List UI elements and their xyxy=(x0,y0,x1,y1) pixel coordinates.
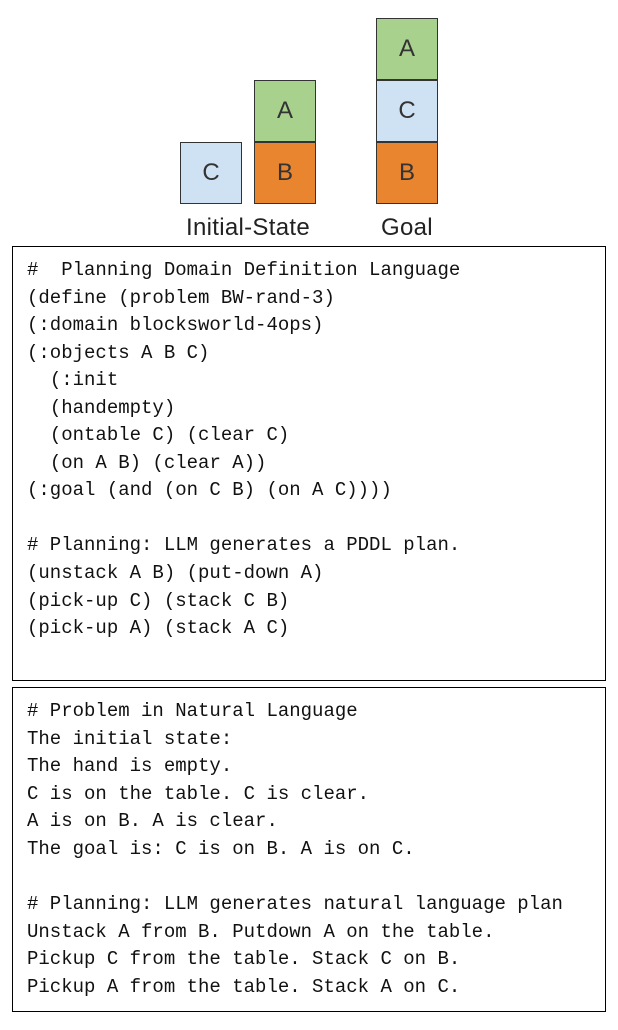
code-line: (:domain blocksworld-4ops) xyxy=(27,312,591,340)
code-line: C is on the table. C is clear. xyxy=(27,781,591,809)
goal-state-column: BCA Goal xyxy=(376,18,438,242)
goal-stacks: BCA xyxy=(376,18,438,204)
code-line: Pickup C from the table. Stack C on B. xyxy=(27,946,591,974)
code-line: The goal is: C is on B. A is on C. xyxy=(27,836,591,864)
initial-stacks: CBA xyxy=(180,80,316,204)
code-line xyxy=(27,643,591,671)
initial-state-column: CBA Initial-State xyxy=(180,80,316,242)
code-line: (on A B) (clear A)) xyxy=(27,450,591,478)
goal-state-label: Goal xyxy=(381,214,433,242)
blocksworld-diagram: CBA Initial-State BCA Goal xyxy=(12,18,606,242)
code-line: Pickup A from the table. Stack A on C. xyxy=(27,974,591,1002)
natural-language-code-box: # Problem in Natural LanguageThe initial… xyxy=(12,687,606,1012)
code-line: (define (problem BW-rand-3) xyxy=(27,285,591,313)
code-line xyxy=(27,863,591,891)
code-line: (ontable C) (clear C) xyxy=(27,422,591,450)
code-line: (:init xyxy=(27,367,591,395)
block-stack: BA xyxy=(254,80,316,204)
block-a: A xyxy=(254,80,316,142)
code-line: # Planning Domain Definition Language xyxy=(27,257,591,285)
initial-state-label: Initial-State xyxy=(186,214,310,242)
code-line: (:goal (and (on C B) (on A C)))) xyxy=(27,477,591,505)
code-line: (pick-up C) (stack C B) xyxy=(27,588,591,616)
block-a: A xyxy=(376,18,438,80)
code-line xyxy=(27,505,591,533)
block-stack: C xyxy=(180,142,242,204)
block-c: C xyxy=(376,80,438,142)
block-b: B xyxy=(254,142,316,204)
code-line: # Planning: LLM generates natural langua… xyxy=(27,891,591,919)
code-line: The hand is empty. xyxy=(27,753,591,781)
block-stack: BCA xyxy=(376,18,438,204)
code-line: Unstack A from B. Putdown A on the table… xyxy=(27,919,591,947)
block-b: B xyxy=(376,142,438,204)
code-line: (pick-up A) (stack A C) xyxy=(27,615,591,643)
code-line: # Planning: LLM generates a PDDL plan. xyxy=(27,532,591,560)
pddl-code-box: # Planning Domain Definition Language(de… xyxy=(12,246,606,681)
code-line: # Problem in Natural Language xyxy=(27,698,591,726)
code-line: (:objects A B C) xyxy=(27,340,591,368)
block-c: C xyxy=(180,142,242,204)
code-line: The initial state: xyxy=(27,726,591,754)
code-line: A is on B. A is clear. xyxy=(27,808,591,836)
code-line: (unstack A B) (put-down A) xyxy=(27,560,591,588)
code-line: (handempty) xyxy=(27,395,591,423)
